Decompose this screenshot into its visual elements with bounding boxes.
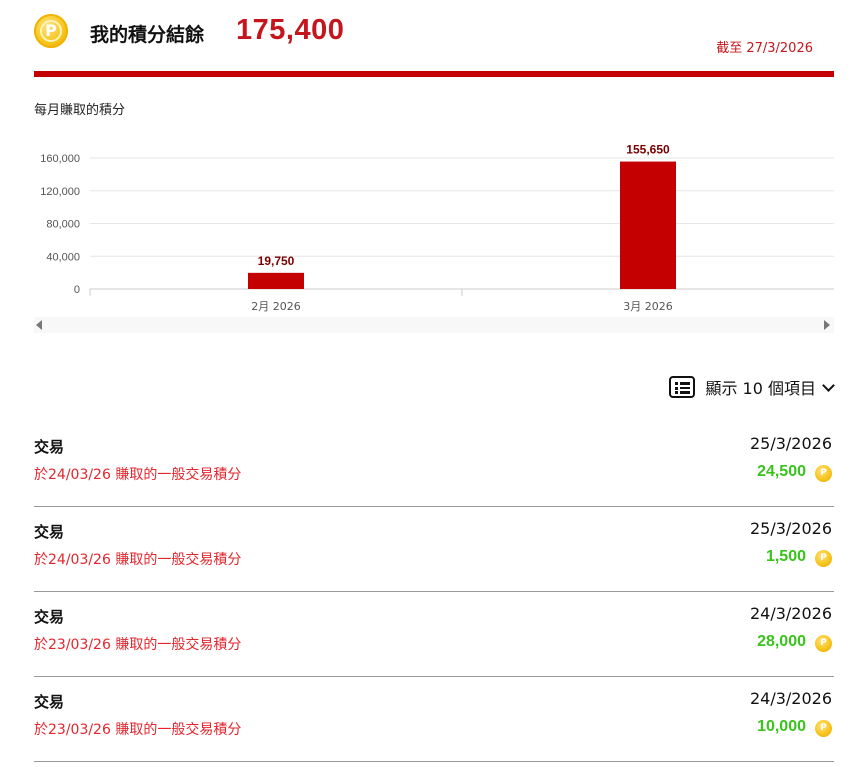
items-per-page-dropdown[interactable]: 顯示 10 個項目 (669, 374, 835, 400)
transaction-points: 10,000 (757, 718, 806, 735)
transaction-type: 交易 (34, 438, 65, 456)
transaction-description: 於24/03/26 賺取的一般交易積分 (34, 467, 242, 483)
bar (248, 272, 304, 289)
header-divider (34, 71, 834, 77)
transaction-date: 25/3/2026 (749, 434, 832, 453)
transaction-points: 1,500 (765, 548, 806, 565)
y-tick-label: 0 (74, 284, 80, 296)
y-tick-label: 40,000 (46, 251, 80, 263)
bar-value-label: 155,650 (626, 143, 670, 157)
transaction-date: 24/3/2026 (749, 604, 832, 623)
list-icon (669, 376, 696, 398)
y-tick-label: 160,000 (40, 153, 80, 165)
transaction-description: 於24/03/26 賺取的一般交易積分 (34, 552, 242, 568)
point-coin-icon: P (815, 465, 832, 482)
balance-value: 175,400 (236, 14, 345, 46)
chart-scrollbar[interactable] (34, 317, 834, 333)
balance-label: 我的積分結餘 (90, 24, 205, 46)
items-per-page-label: 顯示 10 個項目 (705, 379, 816, 398)
transaction-row[interactable]: 交易 於24/03/26 賺取的一般交易積分 25/3/2026 1,500 P (34, 507, 834, 592)
chevron-down-icon (822, 378, 835, 392)
transaction-row[interactable]: 交易 於23/03/26 賺取的一般交易積分 24/3/2026 10,000 … (34, 677, 834, 762)
monthly-points-chart: 0 40,000 80,000 120,000 160,000 19,750 2月 2026… (40, 143, 834, 313)
transaction-points: 28,000 (757, 633, 806, 650)
transaction-type: 交易 (34, 523, 65, 541)
point-coin-icon: P (815, 550, 832, 567)
point-coin-icon: P (815, 635, 832, 652)
x-tick-label: 2月 2026 (251, 300, 301, 313)
balance-header: P 我的積分結餘 175,400 截至 27/3/2026 (0, 0, 857, 78)
x-tick-label: 3月 2026 (623, 300, 673, 313)
transaction-row[interactable]: 交易 於24/03/26 賺取的一般交易積分 25/3/2026 24,500 … (34, 422, 834, 507)
transaction-points: 24,500 (757, 463, 806, 480)
scroll-left-icon[interactable] (36, 320, 42, 330)
bar-value-label: 19,750 (258, 254, 295, 268)
transaction-row[interactable]: 交易 於23/03/26 賺取的一般交易積分 24/3/2026 28,000 … (34, 592, 834, 677)
transaction-date: 24/3/2026 (749, 689, 832, 708)
transaction-type: 交易 (34, 693, 65, 711)
y-tick-label: 120,000 (40, 186, 80, 198)
transaction-description: 於23/03/26 賺取的一般交易積分 (34, 637, 242, 653)
scroll-right-icon[interactable] (824, 320, 830, 330)
chart-title: 每月賺取的積分 (34, 103, 126, 118)
point-coin-icon: P (34, 14, 68, 48)
transaction-date: 25/3/2026 (749, 519, 832, 538)
as-of-date: 截至 27/3/2026 (716, 41, 813, 56)
y-tick-label: 80,000 (46, 219, 80, 231)
point-coin-icon: P (815, 720, 832, 737)
transaction-type: 交易 (34, 608, 65, 626)
transaction-description: 於23/03/26 賺取的一般交易積分 (34, 722, 242, 738)
bar (620, 161, 676, 289)
